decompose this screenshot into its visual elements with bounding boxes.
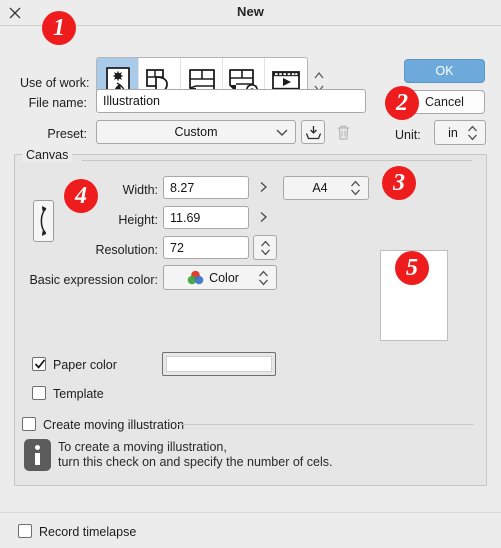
title-bar: New (0, 0, 501, 25)
preset-label: Preset: (47, 127, 87, 141)
delete-preset-button[interactable] (332, 121, 354, 143)
expression-color-dropdown[interactable]: Color (163, 265, 277, 290)
paper-color-checkbox[interactable] (32, 357, 46, 371)
record-timelapse-label: Record timelapse (39, 525, 137, 539)
resolution-stepper[interactable] (253, 235, 277, 260)
save-preset-button[interactable] (301, 120, 325, 144)
template-checkbox[interactable] (32, 386, 46, 400)
create-moving-illustration-checkbox[interactable] (22, 417, 36, 431)
ok-button[interactable]: OK (404, 59, 485, 83)
paper-color-swatch[interactable] (162, 352, 276, 376)
resolution-label: Resolution: (95, 243, 158, 257)
expression-color-value: Color (209, 270, 239, 285)
swap-width-height-button[interactable] (33, 200, 54, 242)
paper-color-label: Paper color (53, 358, 117, 372)
cancel-button[interactable]: Cancel (404, 90, 485, 114)
width-label: Width: (122, 183, 158, 197)
spinner-updown-icon (467, 121, 478, 144)
canvas-group-rule (82, 160, 472, 161)
paper-color-swatch-inner (166, 356, 272, 372)
info-icon (24, 439, 51, 471)
height-label: Height: (118, 213, 158, 227)
resolution-input[interactable]: 72 (163, 236, 249, 259)
canvas-preview (380, 250, 448, 341)
record-timelapse-checkbox[interactable] (18, 524, 32, 538)
check-icon (34, 359, 46, 369)
spinner-updown-icon (258, 266, 269, 289)
preset-value: Custom (174, 125, 218, 139)
width-expand-icon[interactable] (259, 181, 268, 196)
use-of-work-label: Use of work: (20, 76, 90, 90)
dialog-body: Use of work: OK Cancel File name: Illust… (0, 25, 501, 512)
chevron-down-icon (276, 121, 288, 143)
save-preset-icon (305, 125, 321, 139)
preset-dropdown[interactable]: Custom (96, 120, 296, 144)
paper-size-value: A4 (312, 181, 328, 195)
rgb-circles-icon (187, 270, 204, 285)
unit-label: Unit: (395, 128, 421, 142)
spinner-updown-icon (260, 240, 270, 255)
height-input[interactable]: 11.69 (163, 206, 249, 229)
dialog-footer: Record timelapse (0, 512, 501, 548)
expression-color-label: Basic expression color: (29, 273, 158, 287)
unit-dropdown[interactable]: in (434, 120, 486, 145)
width-input[interactable]: 8.27 (163, 176, 249, 199)
create-moving-illustration-label: Create moving illustration (43, 418, 185, 432)
canvas-group-title: Canvas (22, 148, 73, 162)
file-name-input[interactable]: Illustration (96, 89, 366, 113)
trash-icon (337, 125, 349, 140)
template-label: Template (53, 387, 104, 401)
dialog-title: New (236, 4, 265, 19)
moving-illustration-info-text: To create a moving illustration, turn th… (58, 440, 333, 469)
moving-illustration-rule (178, 424, 474, 425)
new-document-dialog: New Use of work: OK Cancel File name: Il… (0, 0, 501, 548)
paper-size-dropdown[interactable]: A4 (283, 176, 369, 200)
unit-value: in (448, 125, 458, 140)
file-name-label: File name: (28, 96, 87, 110)
spinner-updown-icon (350, 177, 361, 199)
height-expand-icon[interactable] (259, 211, 268, 226)
swap-width-height-icon (40, 206, 47, 236)
